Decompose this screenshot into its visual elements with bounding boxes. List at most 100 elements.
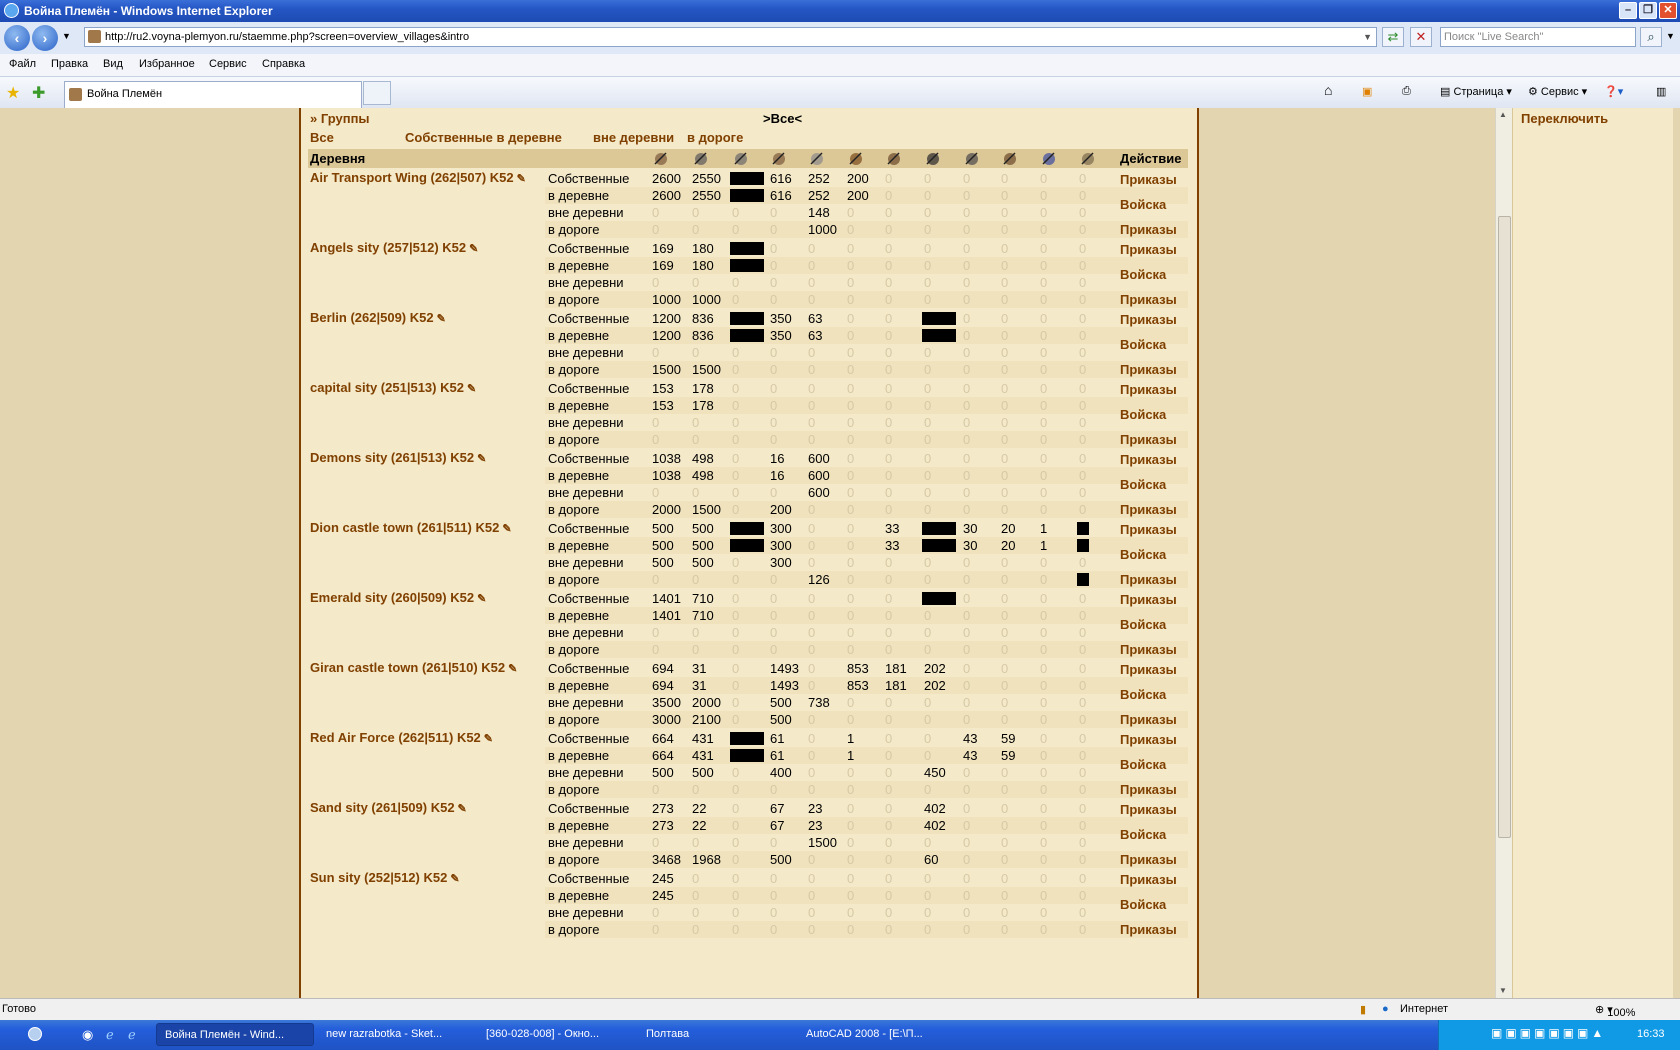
orders-link[interactable]: Приказы: [1120, 362, 1177, 377]
groups-link[interactable]: » Группы: [310, 111, 370, 126]
orders-link[interactable]: Приказы: [1120, 572, 1177, 587]
orders-link[interactable]: Приказы: [1120, 712, 1177, 727]
research-icon[interactable]: ▥: [1656, 85, 1666, 98]
stop-button[interactable]: ✕: [1410, 27, 1432, 47]
village-name-link[interactable]: Dion castle town (261|511) K52 ✎: [310, 520, 512, 535]
orders-link[interactable]: Приказы: [1120, 922, 1177, 937]
troops-link[interactable]: Войска: [1120, 197, 1166, 212]
orders-link[interactable]: Приказы: [1120, 382, 1177, 397]
history-dropdown-icon[interactable]: ▼: [62, 31, 71, 41]
search-button[interactable]: ⌕: [1640, 27, 1662, 47]
orders-link[interactable]: Приказы: [1120, 872, 1177, 887]
orders-link[interactable]: Приказы: [1120, 852, 1177, 867]
village-name-link[interactable]: Emerald sity (260|509) K52 ✎: [310, 590, 486, 605]
orders-link[interactable]: Приказы: [1120, 642, 1177, 657]
task-window[interactable]: [360-028-008] - Окно...: [478, 1023, 633, 1046]
switch-link[interactable]: Переключить: [1521, 111, 1608, 126]
village-name-link[interactable]: Giran castle town (261|510) K52 ✎: [310, 660, 517, 675]
menu-view[interactable]: Вид: [103, 58, 123, 70]
troops-link[interactable]: Войска: [1120, 547, 1166, 562]
close-button[interactable]: ✕: [1659, 2, 1677, 19]
rename-pencil-icon[interactable]: ✎: [467, 383, 476, 395]
address-input[interactable]: http://ru2.voyna-plemyon.ru/staemme.php?…: [84, 27, 1377, 47]
rename-pencil-icon[interactable]: ✎: [484, 733, 493, 745]
new-tab-button[interactable]: [363, 81, 391, 105]
menu-file[interactable]: Файл: [9, 58, 36, 70]
village-name-link[interactable]: Red Air Force (262|511) K52 ✎: [310, 730, 493, 745]
search-input[interactable]: Поиск "Live Search": [1440, 27, 1636, 47]
search-options-icon[interactable]: ▼: [1666, 31, 1675, 41]
rename-pencil-icon[interactable]: ✎: [477, 453, 486, 465]
troops-link[interactable]: Войска: [1120, 477, 1166, 492]
scroll-up-icon[interactable]: ▲: [1499, 110, 1507, 119]
orders-link[interactable]: Приказы: [1120, 502, 1177, 517]
rename-pencil-icon[interactable]: ✎: [517, 173, 526, 185]
rename-pencil-icon[interactable]: ✎: [502, 523, 511, 535]
menu-edit[interactable]: Правка: [51, 58, 88, 70]
menu-tools[interactable]: Сервис: [209, 58, 247, 70]
page-menu[interactable]: ▤ Страница ▾: [1440, 85, 1512, 98]
orders-link[interactable]: Приказы: [1120, 662, 1177, 677]
troops-link[interactable]: Войска: [1120, 337, 1166, 352]
orders-link[interactable]: Приказы: [1120, 172, 1177, 187]
favorites-star-icon[interactable]: ★: [6, 83, 20, 103]
village-name-link[interactable]: Berlin (262|509) K52 ✎: [310, 310, 446, 325]
orders-link[interactable]: Приказы: [1120, 312, 1177, 327]
start-button[interactable]: [0, 1020, 68, 1050]
troops-link[interactable]: Войска: [1120, 687, 1166, 702]
troops-link[interactable]: Войска: [1120, 827, 1166, 842]
troops-link[interactable]: Войска: [1120, 897, 1166, 912]
village-name-link[interactable]: Demons sity (261|513) K52 ✎: [310, 450, 486, 465]
orders-link[interactable]: Приказы: [1120, 292, 1177, 307]
rename-pencil-icon[interactable]: ✎: [458, 803, 467, 815]
minimize-button[interactable]: –: [1619, 2, 1637, 19]
back-button[interactable]: ‹: [4, 25, 30, 51]
home-icon[interactable]: ⌂: [1324, 82, 1332, 98]
scrollbar-thumb[interactable]: [1498, 216, 1511, 838]
troops-link[interactable]: Войска: [1120, 267, 1166, 282]
orders-link[interactable]: Приказы: [1120, 782, 1177, 797]
help-icon[interactable]: ❓▾: [1604, 85, 1623, 98]
zoom-level[interactable]: ⊕ 100% ▾: [1595, 1003, 1635, 1019]
troops-link[interactable]: Войска: [1120, 617, 1166, 632]
rename-pencil-icon[interactable]: ✎: [508, 663, 517, 675]
orders-link[interactable]: Приказы: [1120, 242, 1177, 257]
filter-on-the-way[interactable]: в дороге: [687, 130, 743, 145]
maximize-button[interactable]: ❐: [1639, 2, 1657, 19]
filter-own-in-village[interactable]: Собственные в деревне: [405, 130, 562, 145]
troops-link[interactable]: Войска: [1120, 407, 1166, 422]
refresh-button[interactable]: ⇄: [1382, 27, 1404, 47]
page-scrollbar[interactable]: ▲ ▼: [1495, 108, 1512, 998]
village-name-link[interactable]: Sun sity (252|512) K52 ✎: [310, 870, 460, 885]
print-icon[interactable]: ⎙: [1402, 85, 1411, 98]
orders-link[interactable]: Приказы: [1120, 592, 1177, 607]
quicklaunch-ie2-icon[interactable]: ℯ: [128, 1027, 136, 1043]
quicklaunch-media-icon[interactable]: ◉: [82, 1027, 93, 1043]
tab-current[interactable]: Война Племён: [64, 81, 362, 108]
task-autocad[interactable]: AutoCAD 2008 - [E:\П...: [798, 1023, 953, 1046]
address-dropdown-icon[interactable]: ▼: [1363, 28, 1372, 46]
scroll-down-icon[interactable]: ▼: [1499, 986, 1507, 995]
orders-link[interactable]: Приказы: [1120, 732, 1177, 747]
task-ie[interactable]: Война Племён - Wind...: [156, 1023, 314, 1046]
orders-link[interactable]: Приказы: [1120, 452, 1177, 467]
forward-button[interactable]: ›: [32, 25, 58, 51]
rename-pencil-icon[interactable]: ✎: [477, 593, 486, 605]
add-favorite-icon[interactable]: ✚: [32, 83, 45, 103]
orders-link[interactable]: Приказы: [1120, 522, 1177, 537]
village-name-link[interactable]: capital sity (251|513) K52 ✎: [310, 380, 476, 395]
rename-pencil-icon[interactable]: ✎: [469, 243, 478, 255]
task-folder[interactable]: Полтава: [638, 1023, 793, 1046]
task-sketch[interactable]: new razrabotka - Sket...: [318, 1023, 473, 1046]
filter-all[interactable]: Все: [310, 130, 334, 145]
village-name-link[interactable]: Angels sity (257|512) K52 ✎: [310, 240, 478, 255]
orders-link[interactable]: Приказы: [1120, 432, 1177, 447]
orders-link[interactable]: Приказы: [1120, 802, 1177, 817]
menu-favorites[interactable]: Избранное: [139, 58, 195, 70]
quicklaunch-ie-icon[interactable]: ℯ: [106, 1027, 114, 1043]
menu-help[interactable]: Справка: [262, 58, 305, 70]
tray-icons[interactable]: ▣▣▣▣▣▣▣▲: [1491, 1026, 1606, 1040]
village-name-link[interactable]: Air Transport Wing (262|507) K52 ✎: [310, 170, 526, 185]
rename-pencil-icon[interactable]: ✎: [450, 873, 459, 885]
tools-menu[interactable]: ⚙ Сервис ▾: [1528, 85, 1587, 98]
